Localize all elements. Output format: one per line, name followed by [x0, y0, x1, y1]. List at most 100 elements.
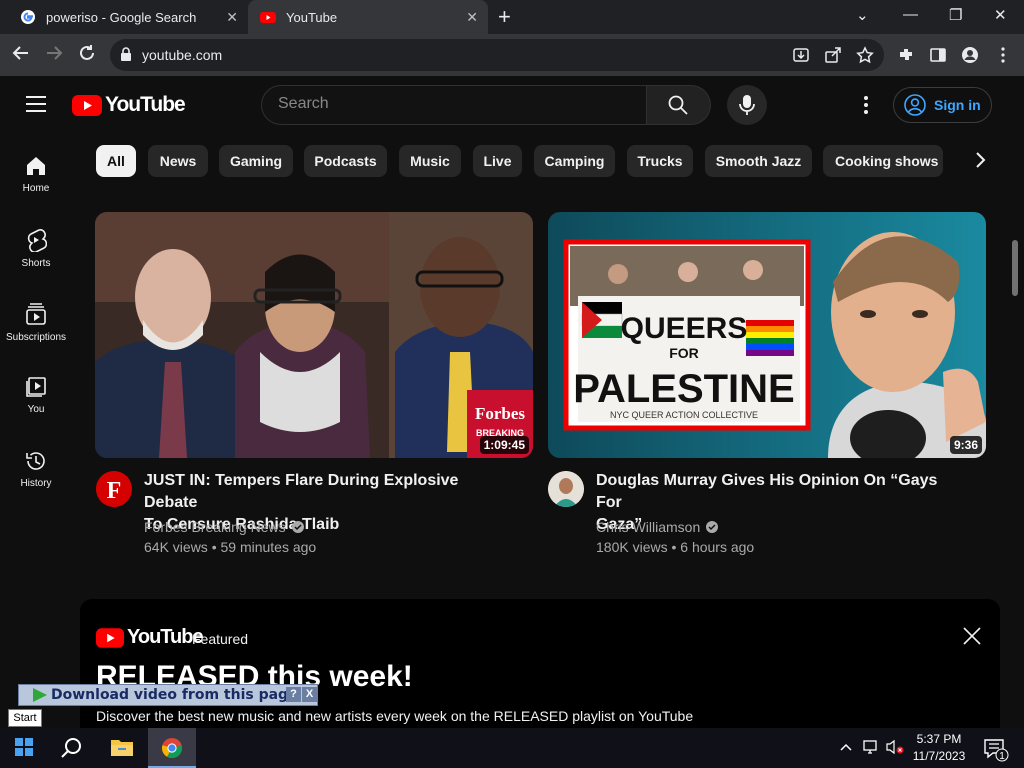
chevron-up-icon[interactable] [839, 740, 853, 754]
forbes-avatar-icon: F [96, 471, 132, 507]
forbes-brand-text: Forbes [475, 404, 525, 423]
close-icon[interactable] [962, 626, 982, 646]
start-tooltip: Start [8, 709, 42, 727]
voice-search-button[interactable] [727, 85, 767, 125]
profile-icon[interactable] [961, 46, 979, 64]
restore-button[interactable]: ❐ [949, 6, 962, 24]
tab-google-search[interactable]: poweriso - Google Search ✕ [8, 0, 248, 34]
reload-button[interactable] [78, 44, 96, 67]
channel-name[interactable]: Forbes Breaking News [144, 519, 305, 535]
sign-in-button[interactable]: Sign in [893, 87, 992, 123]
search-button[interactable] [647, 85, 711, 125]
bookmark-star-icon[interactable] [856, 46, 874, 64]
banner-text: NYC QUEER ACTION COLLECTIVE [610, 410, 758, 420]
search-box[interactable] [261, 85, 647, 125]
taskbar-search-icon[interactable] [61, 737, 83, 759]
minimize-button[interactable]: — [903, 6, 918, 23]
page-scrollbar[interactable] [1012, 240, 1018, 296]
youtube-logo-icon [96, 627, 124, 648]
notification-count: 1 [999, 751, 1005, 762]
chip-all[interactable]: All [96, 145, 136, 177]
sidebar-item-shorts[interactable]: Shorts [0, 228, 72, 269]
search-input[interactable] [278, 95, 618, 113]
address-toolbar: youtube.com [0, 34, 1024, 76]
download-video-text: Download video from this page [51, 687, 298, 703]
chip-podcasts[interactable]: Podcasts [304, 145, 387, 177]
featured-description: Discover the best new music and new arti… [96, 708, 694, 724]
chevron-right-icon[interactable] [968, 148, 992, 172]
subscriptions-icon [26, 303, 46, 325]
close-download-bar-button[interactable]: X [302, 687, 317, 702]
chrome-menu-icon[interactable] [994, 46, 1012, 64]
tab-search-icon[interactable]: ⌄ [856, 6, 869, 24]
microphone-icon [739, 95, 755, 115]
reload-icon [80, 45, 94, 60]
video-meta: 64K views • 59 minutes ago [144, 539, 317, 555]
chip-news[interactable]: News [148, 145, 208, 177]
close-window-button[interactable]: ✕ [994, 6, 1007, 24]
file-explorer-icon[interactable] [110, 737, 134, 757]
back-button[interactable] [12, 44, 30, 67]
omnibox[interactable]: youtube.com [110, 39, 884, 71]
tab-youtube[interactable]: YouTube ✕ [248, 0, 488, 34]
forward-button[interactable] [45, 44, 63, 67]
video-thumbnail[interactable]: QUEERS FOR PALESTINE NYC QUEER ACTION CO… [548, 212, 986, 458]
channel-name-text: Chris Williamson [596, 519, 701, 535]
svg-text:F: F [107, 478, 122, 504]
video-thumbnail[interactable]: Forbes BREAKING 1:09:45 [95, 212, 533, 458]
sidebar-item-label: Subscriptions [5, 332, 67, 343]
google-icon [21, 10, 35, 24]
new-tab-button[interactable]: + [498, 4, 511, 30]
channel-avatar-image [548, 471, 584, 507]
sidebar-item-you[interactable]: You [0, 376, 72, 415]
chip-trucks[interactable]: Trucks [627, 145, 693, 177]
chip-music[interactable]: Music [399, 145, 461, 177]
channel-avatar[interactable] [548, 471, 584, 507]
settings-more-icon[interactable] [856, 94, 876, 116]
video-title-line: JUST IN: Tempers Flare During Explosive … [144, 472, 459, 511]
url-text[interactable]: youtube.com [142, 47, 222, 63]
youtube-wordmark: YouTube [105, 93, 186, 116]
you-icon [26, 377, 46, 397]
youtube-logo[interactable]: YouTube [72, 93, 186, 117]
tab-title: YouTube [286, 9, 338, 25]
lock-icon [121, 47, 131, 61]
account-circle-icon [904, 94, 926, 116]
hamburger-menu-icon[interactable] [26, 96, 46, 112]
sidebar-item-label: Shorts [21, 258, 51, 269]
windows-start-icon[interactable] [15, 738, 33, 756]
sign-in-label: Sign in [934, 97, 981, 113]
play-icon [33, 688, 47, 702]
sidebar-item-history[interactable]: History [0, 450, 72, 489]
chip-smooth-jazz[interactable]: Smooth Jazz [705, 145, 812, 177]
network-icon[interactable] [862, 739, 880, 755]
help-button[interactable]: ? [286, 687, 301, 702]
extensions-icon[interactable] [897, 46, 915, 64]
channel-avatar[interactable]: F [96, 471, 132, 507]
channel-name[interactable]: Chris Williamson [596, 519, 719, 535]
chrome-icon [161, 738, 183, 759]
sidebar-item-subscriptions[interactable]: Subscriptions [0, 302, 72, 343]
chip-live[interactable]: Live [473, 145, 522, 177]
featured-label: Featured [192, 631, 249, 647]
close-tab-icon[interactable]: ✕ [226, 9, 238, 26]
clock-date: 11/7/2023 [912, 749, 966, 763]
chip-gaming[interactable]: Gaming [219, 145, 293, 177]
channel-name-text: Forbes Breaking News [144, 519, 286, 535]
install-app-icon[interactable] [792, 46, 810, 64]
side-panel-icon[interactable] [929, 46, 947, 64]
back-arrow-icon [12, 46, 28, 60]
notifications-icon[interactable]: 1 [983, 738, 1009, 762]
chip-camping[interactable]: Camping [534, 145, 615, 177]
download-video-bar[interactable]: Download video from this page [18, 684, 318, 706]
chip-cooking-shows[interactable]: Cooking shows [823, 145, 943, 177]
banner-text: FOR [669, 345, 699, 361]
video-thumbnail-image: QUEERS FOR PALESTINE NYC QUEER ACTION CO… [548, 212, 986, 458]
share-icon[interactable] [824, 46, 842, 64]
sidebar-item-home[interactable]: Home [0, 155, 72, 194]
search-icon [668, 95, 688, 115]
close-tab-icon[interactable]: ✕ [466, 9, 478, 26]
browser-tab-bar: poweriso - Google Search ✕ YouTube ✕ + ⌄… [0, 0, 1024, 34]
video-duration: 1:09:45 [479, 436, 529, 454]
taskbar-clock[interactable]: 5:37 PM 11/7/2023 [900, 731, 978, 765]
